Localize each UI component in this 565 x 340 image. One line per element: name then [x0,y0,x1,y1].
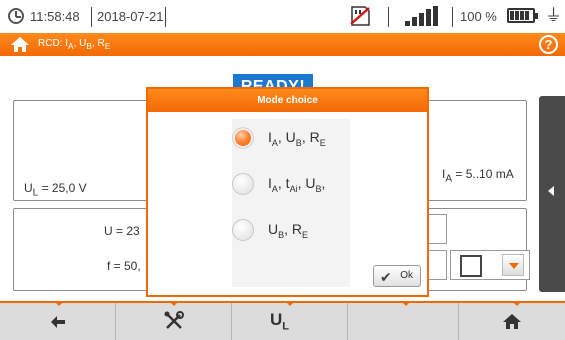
frequency-value: f = 50, [107,259,141,273]
clock-icon [8,8,24,24]
option-label: IA, UB, RE [268,129,326,148]
toolbar-notch [285,301,295,306]
signal-icon [405,6,441,26]
home-button[interactable] [459,303,565,340]
ul-button-label: UL [270,310,290,333]
side-panel-tab[interactable] [539,96,565,292]
battery-icon [507,8,538,23]
back-arrow-icon [51,316,65,328]
page-title: RCD: IA, UB, RE [38,38,111,51]
title-bar: RCD: IA, UB, RE ? [0,33,565,56]
help-icon[interactable]: ? [539,35,558,54]
checkbox[interactable] [460,255,482,277]
radio-selected[interactable] [232,127,254,149]
plug-icon: ⏚ [545,6,562,25]
settings-tools-icon [164,311,184,329]
mode-choice-dialog: Mode choice IA, UB, RE IA, tAi, UB, UB, … [146,87,429,297]
status-divider [452,7,453,27]
status-divider [91,7,92,27]
sd-card-icon [350,6,370,26]
status-divider [388,7,389,27]
radio-unselected[interactable] [232,173,254,195]
option-label: IA, tAi, UB, [268,175,326,194]
ul-button[interactable] [232,303,348,340]
toolbar-notch [401,301,411,306]
settings-button[interactable] [116,303,232,340]
empty-button[interactable] [348,303,459,340]
ok-button[interactable]: ✔ Ok [373,265,421,287]
dropdown-arrow-icon[interactable] [502,254,524,276]
toolbar-notch [512,301,522,306]
home-icon[interactable] [10,36,30,53]
mode-option-ia-ub-re[interactable]: IA, UB, RE [232,123,422,153]
status-time: 11:58:48 [30,9,80,24]
voltage-value: U = 23 [104,224,140,238]
mode-option-ub-re[interactable]: UB, RE [232,215,422,245]
status-divider [165,7,166,27]
mode-option-ia-tai-ub[interactable]: IA, tAi, UB, [232,169,422,199]
battery-percent: 100 % [460,9,497,24]
ok-button-label: Ok [400,270,413,281]
toolbar-notch [169,301,179,306]
ul-value: UL = 25,0 V [24,181,87,199]
radio-unselected[interactable] [232,219,254,241]
ia-range: IA = 5..10 mA [442,167,514,185]
home-icon [503,314,521,329]
option-label: UB, RE [268,221,309,240]
checkmark-icon: ✔ [380,269,392,285]
status-date: 2018-07-21 [97,9,164,24]
dialog-title: Mode choice [148,89,427,112]
status-bar: 11:58:48 2018-07-21 100 % ⏚ [0,0,565,33]
back-button[interactable] [0,303,116,340]
toolbar-notch [54,301,64,306]
